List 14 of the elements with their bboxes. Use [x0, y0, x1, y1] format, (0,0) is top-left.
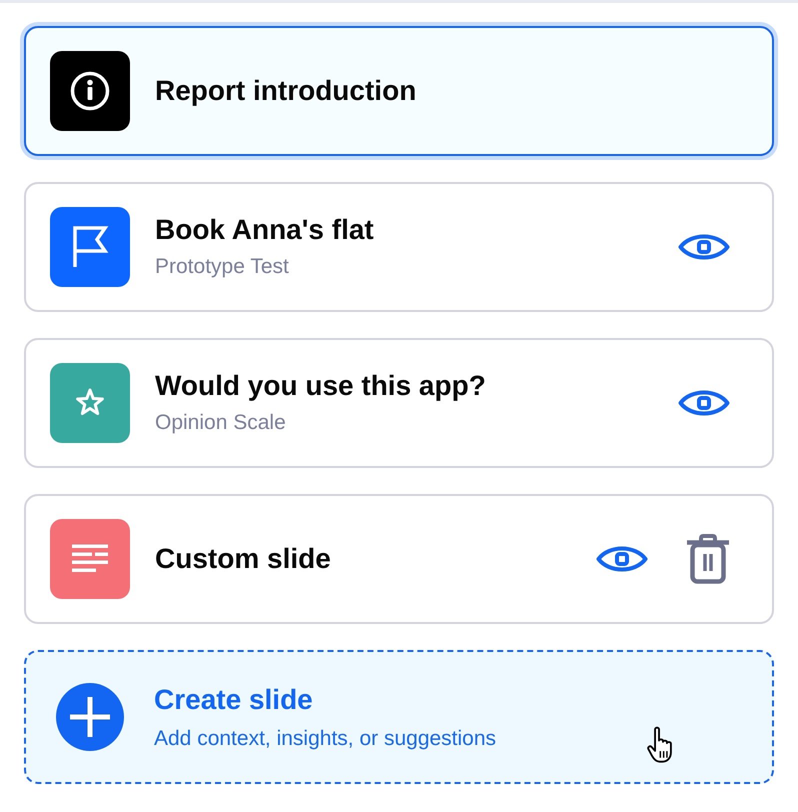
slide-type: Opinion Scale — [155, 410, 287, 436]
slide-type: Prototype Test — [155, 254, 290, 280]
plus-icon — [56, 683, 124, 751]
slide-title: Report introduction — [155, 74, 418, 108]
slide-card[interactable]: Would you use this app? Opinion Scale — [24, 338, 774, 468]
trash-icon[interactable] — [686, 534, 730, 584]
slide-title: Would you use this app? — [155, 369, 487, 403]
slide-title: Custom slide — [155, 542, 332, 576]
create-slide-card[interactable]: Create slide Add context, insights, or suggestions — [24, 650, 774, 784]
create-slide-title: Create slide — [154, 683, 314, 717]
slide-title: Book Anna's flat — [155, 213, 375, 247]
slide-card[interactable]: Custom slide — [24, 494, 774, 624]
create-slide-description: Add context, insights, or suggestions — [154, 726, 496, 752]
slide-card[interactable]: Book Anna's flat Prototype Test — [24, 182, 774, 312]
